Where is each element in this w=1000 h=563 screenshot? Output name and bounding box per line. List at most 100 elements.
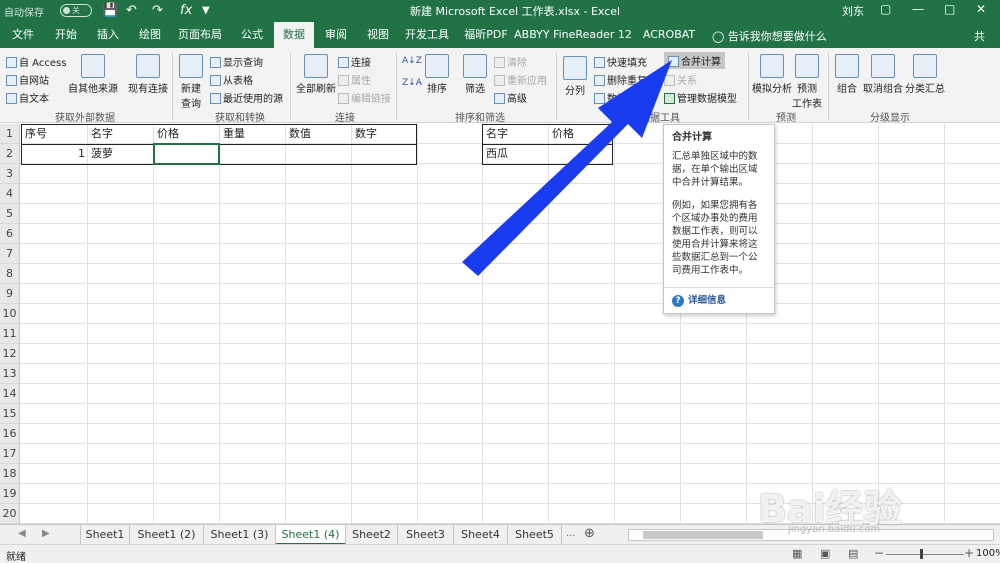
share-button[interactable]: 共 xyxy=(974,28,985,44)
from-other-sources-button[interactable]: 自其他来源 xyxy=(64,54,122,95)
manage-data-model-button[interactable]: 管理数据模型 xyxy=(664,90,737,105)
row-header[interactable]: 8 xyxy=(0,264,20,284)
group-button[interactable]: 组合 xyxy=(832,54,862,95)
save-icon[interactable]: 💾 xyxy=(102,2,118,20)
clear-filter-button[interactable]: 清除 xyxy=(494,54,527,69)
function-icon[interactable]: fx xyxy=(180,2,192,20)
ribbon-display-icon[interactable]: ▢ xyxy=(880,2,891,16)
tab-foxit-pdf[interactable]: 福昕PDF xyxy=(458,22,514,48)
filter-button[interactable]: 筛选 xyxy=(460,54,490,95)
row-header[interactable]: 12 xyxy=(0,344,20,364)
row-header[interactable]: 2 xyxy=(0,144,20,164)
zoom-slider[interactable] xyxy=(886,554,964,555)
row-header[interactable]: 14 xyxy=(0,384,20,404)
tab-draw[interactable]: 绘图 xyxy=(130,22,170,48)
connections-button[interactable]: 连接 xyxy=(338,54,371,69)
sheet-tab[interactable]: Sheet1 (2) xyxy=(130,525,204,545)
row-header[interactable]: 3 xyxy=(0,164,20,184)
data-validation-button[interactable]: 数据验证 xyxy=(594,90,647,105)
tell-me-search[interactable]: ◯ 告诉我你想要做什么 xyxy=(712,28,827,44)
user-name[interactable]: 刘东 xyxy=(842,3,864,19)
row-header[interactable]: 6 xyxy=(0,224,20,244)
zoom-in-icon[interactable]: + xyxy=(964,546,974,560)
sort-button[interactable]: 排序 xyxy=(422,54,452,95)
from-text-button[interactable]: 自文本 xyxy=(6,90,49,105)
tab-developer[interactable]: 开发工具 xyxy=(400,22,454,48)
row-header[interactable]: 9 xyxy=(0,284,20,304)
sheet-more-icon[interactable]: ... xyxy=(566,528,576,539)
row-header[interactable]: 5 xyxy=(0,204,20,224)
recent-sources-button[interactable]: 最近使用的源 xyxy=(210,90,283,105)
edit-links-button[interactable]: 编辑链接 xyxy=(338,90,391,105)
maximize-icon[interactable]: □ xyxy=(944,2,955,16)
advanced-filter-button[interactable]: 高级 xyxy=(494,90,527,105)
refresh-all-button[interactable]: 全部刷新 xyxy=(294,54,338,95)
row-header[interactable]: 18 xyxy=(0,464,20,484)
show-queries-button[interactable]: 显示查询 xyxy=(210,54,263,69)
tab-file[interactable]: 文件 xyxy=(4,22,42,48)
sort-az-icon[interactable]: A↓Z xyxy=(402,56,422,66)
tab-review[interactable]: 审阅 xyxy=(316,22,356,48)
row-header[interactable]: 13 xyxy=(0,364,20,384)
tab-data[interactable]: 数据 xyxy=(274,22,314,48)
sort-za-icon[interactable]: Z↓A xyxy=(402,78,422,88)
from-access-button[interactable]: 自 Access xyxy=(6,54,66,69)
subtotal-button[interactable]: 分类汇总 xyxy=(904,54,946,95)
add-sheet-icon[interactable]: ⊕ xyxy=(584,526,595,541)
autosave-toggle[interactable]: 关 xyxy=(60,4,92,17)
row-header[interactable]: 19 xyxy=(0,484,20,504)
sheet-tab[interactable]: Sheet2 xyxy=(346,525,398,545)
consolidate-button[interactable]: 合并计算 xyxy=(664,52,725,69)
sheet-tab-active[interactable]: Sheet1 (4) xyxy=(276,525,346,545)
zoom-out-icon[interactable]: − xyxy=(874,546,884,560)
page-break-view-icon[interactable]: ▤ xyxy=(848,547,858,560)
close-icon[interactable]: ✕ xyxy=(976,2,986,16)
existing-connections-button[interactable]: 现有连接 xyxy=(124,54,172,95)
row-header[interactable]: 20 xyxy=(0,504,20,524)
text-to-columns-button[interactable]: 分列 xyxy=(560,56,590,97)
from-web-button[interactable]: 自网站 xyxy=(6,72,49,87)
sheet-tab[interactable]: Sheet3 xyxy=(398,525,454,545)
what-if-analysis-button[interactable]: 模拟分析 xyxy=(752,54,792,95)
relationships-button[interactable]: 关系 xyxy=(664,72,697,87)
row-header[interactable]: 10 xyxy=(0,304,20,324)
remove-duplicates-button[interactable]: 删除重复值 xyxy=(594,72,657,87)
page-layout-view-icon[interactable]: ▣ xyxy=(820,547,830,560)
tab-home[interactable]: 开始 xyxy=(46,22,86,48)
tab-insert[interactable]: 插入 xyxy=(88,22,128,48)
sheet-tab[interactable]: Sheet5 xyxy=(508,525,562,545)
row-header[interactable]: 1 xyxy=(0,124,20,144)
new-query-button[interactable]: 新建 查询 xyxy=(176,54,206,110)
normal-view-icon[interactable]: ▦ xyxy=(792,547,802,560)
tab-abbyy[interactable]: ABBYY FineReader 12 xyxy=(514,22,632,48)
sheet-next-icon[interactable]: ▶ xyxy=(42,528,50,539)
tab-page-layout[interactable]: 页面布局 xyxy=(172,22,228,48)
row-header[interactable]: 17 xyxy=(0,444,20,464)
zoom-slider-thumb[interactable] xyxy=(920,549,923,559)
sheet-tab[interactable]: Sheet1 xyxy=(80,525,130,545)
flash-fill-button[interactable]: 快速填充 xyxy=(594,54,647,69)
worksheet-grid[interactable]: 1 2 3 4 5 6 7 8 9 10 11 12 13 14 15 16 17 18 19 20 序号 名字 价格… xyxy=(0,124,1000,524)
row-header[interactable]: 16 xyxy=(0,424,20,444)
selected-cell-c2[interactable] xyxy=(153,143,220,165)
ungroup-button[interactable]: 取消组合 xyxy=(862,54,904,95)
properties-button[interactable]: 属性 xyxy=(338,72,371,87)
row-header[interactable]: 7 xyxy=(0,244,20,264)
row-header[interactable]: 15 xyxy=(0,404,20,424)
qat-more-icon[interactable]: ▼ xyxy=(202,2,210,20)
minimize-icon[interactable]: — xyxy=(912,2,924,16)
tab-formulas[interactable]: 公式 xyxy=(232,22,272,48)
reapply-button[interactable]: 重新应用 xyxy=(494,72,547,87)
sheet-tab[interactable]: Sheet1 (3) xyxy=(204,525,276,545)
tab-acrobat[interactable]: ACROBAT xyxy=(638,22,700,48)
forecast-sheet-button[interactable]: 预测 工作表 xyxy=(792,54,822,110)
sheet-tab[interactable]: Sheet4 xyxy=(454,525,508,545)
tooltip-more-info-link[interactable]: ? 详细信息 xyxy=(672,294,766,307)
tab-view[interactable]: 视图 xyxy=(358,22,398,48)
sheet-prev-icon[interactable]: ◀ xyxy=(18,528,26,539)
from-table-button[interactable]: 从表格 xyxy=(210,72,253,87)
row-header[interactable]: 11 xyxy=(0,324,20,344)
redo-icon[interactable]: ↷ xyxy=(152,2,163,20)
zoom-level[interactable]: 100% xyxy=(976,548,1000,559)
row-header[interactable]: 4 xyxy=(0,184,20,204)
